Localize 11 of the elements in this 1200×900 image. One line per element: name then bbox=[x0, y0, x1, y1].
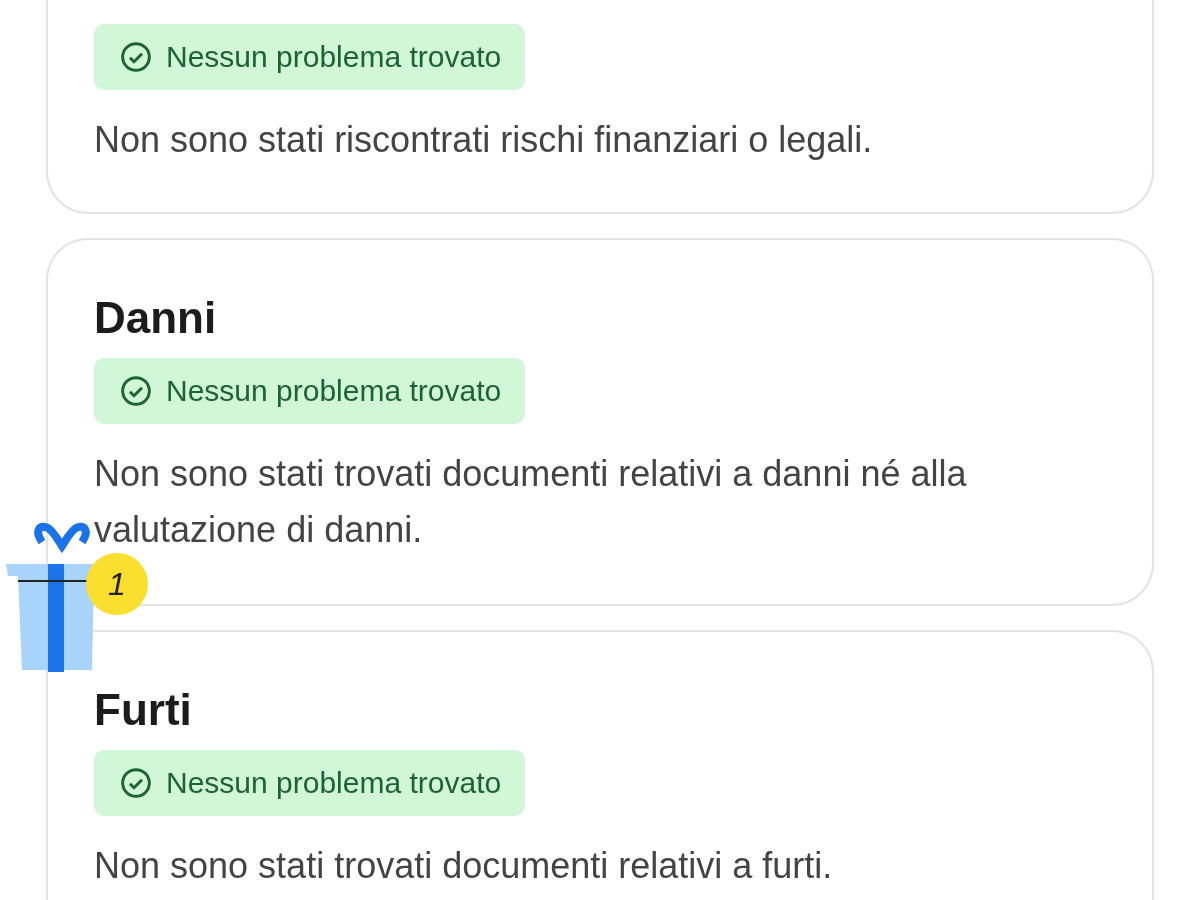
section-description: Non sono stati trovati documenti relativi a danni né alla valutazione di danni. bbox=[94, 452, 968, 552]
status-label: Nessun problema trovato bbox=[166, 40, 502, 74]
check-circle-icon bbox=[120, 41, 152, 73]
check-circle-icon bbox=[120, 767, 152, 799]
section-title: Furti bbox=[94, 684, 192, 736]
section-title: Danni bbox=[94, 292, 217, 344]
section-description: Non sono stati riscontrati rischi finanziari o legali. bbox=[94, 118, 873, 162]
check-circle-icon bbox=[120, 375, 152, 407]
section-description: Non sono stati trovati documenti relativi a furti. bbox=[94, 844, 833, 888]
status-label: Nessun problema trovato bbox=[166, 766, 502, 800]
status-label: Nessun problema trovato bbox=[166, 374, 502, 408]
